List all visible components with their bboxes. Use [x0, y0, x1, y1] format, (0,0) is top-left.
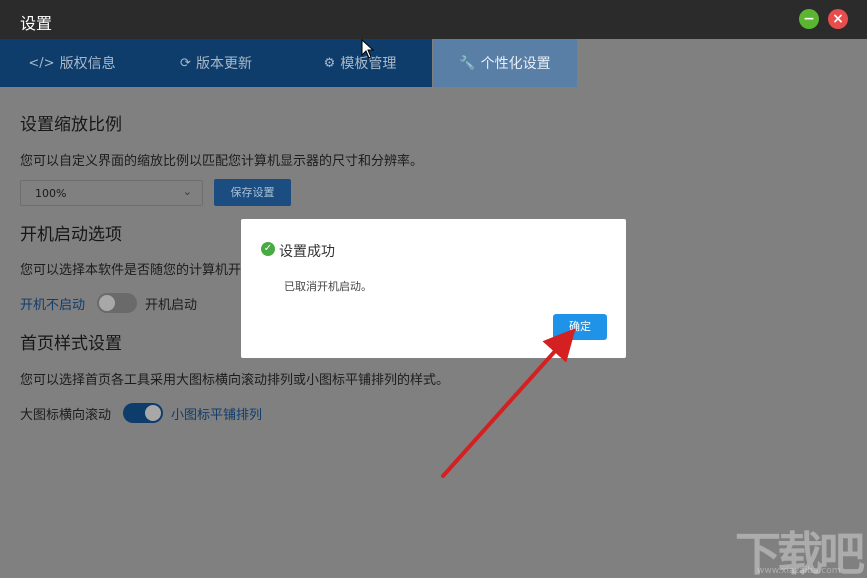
homepage-heading: 首页样式设置	[20, 334, 122, 354]
wrench-icon: 🔧	[459, 55, 476, 71]
tab-template-management[interactable]: ⚙ 模板管理	[288, 39, 432, 87]
tab-version-update[interactable]: ⟳ 版本更新	[144, 39, 288, 87]
success-dialog: ✓ 设置成功 已取消开机启动。 确定	[241, 219, 626, 358]
tab-personalization[interactable]: 🔧 个性化设置	[433, 39, 577, 87]
ok-button[interactable]: 确定	[553, 314, 607, 340]
tab-bar-filler	[577, 39, 867, 87]
gear-icon: ⚙	[323, 55, 336, 71]
watermark-logo: 下载吧 www.xiazaiba.com	[735, 518, 865, 578]
save-settings-button[interactable]: 保存设置	[214, 179, 291, 206]
watermark-url: www.xiazaiba.com	[757, 566, 841, 576]
scale-heading: 设置缩放比例	[20, 115, 122, 135]
startup-heading: 开机启动选项	[20, 225, 122, 245]
tab-label: 版权信息	[59, 56, 116, 72]
startup-toggle[interactable]	[97, 293, 137, 313]
homepage-small-icons-label[interactable]: 小图标平铺排列	[171, 404, 262, 423]
startup-off-label[interactable]: 开机不启动	[20, 294, 85, 313]
tab-label: 版本更新	[195, 56, 252, 72]
close-icon[interactable]: ×	[828, 9, 848, 29]
homepage-style-toggle[interactable]	[123, 403, 163, 423]
toggle-knob	[145, 405, 161, 421]
code-icon: </>	[28, 55, 55, 71]
tab-label: 个性化设置	[480, 56, 551, 72]
refresh-icon: ⟳	[180, 55, 191, 71]
toggle-knob	[99, 295, 115, 311]
dialog-message: 已取消开机启动。	[284, 280, 372, 293]
check-circle-icon: ✓	[261, 242, 275, 256]
homepage-description: 您可以选择首页各工具采用大图标横向滚动排列或小图标平铺排列的样式。	[20, 373, 450, 388]
mouse-cursor-icon	[361, 39, 375, 59]
homepage-big-icons-label[interactable]: 大图标横向滚动	[20, 404, 111, 423]
scale-description: 您可以自定义界面的缩放比例以匹配您计算机显示器的尺寸和分辨率。	[20, 154, 424, 169]
tab-bar: </> 版权信息 ⟳ 版本更新 ⚙ 模板管理 🔧 个性化设置	[0, 39, 867, 87]
scale-select[interactable]: 100% ⌄	[20, 180, 203, 206]
scale-select-value: 100%	[35, 187, 67, 200]
chevron-down-icon: ⌄	[182, 185, 192, 198]
startup-on-label[interactable]: 开机启动	[145, 294, 197, 313]
dialog-title: 设置成功	[279, 244, 335, 260]
startup-description: 您可以选择本软件是否随您的计算机开	[20, 263, 242, 278]
title-bar: 设置 − ×	[0, 0, 867, 39]
tab-copyright[interactable]: </> 版权信息	[0, 39, 144, 87]
minimize-icon[interactable]: −	[799, 9, 819, 29]
window-title: 设置	[20, 14, 53, 33]
